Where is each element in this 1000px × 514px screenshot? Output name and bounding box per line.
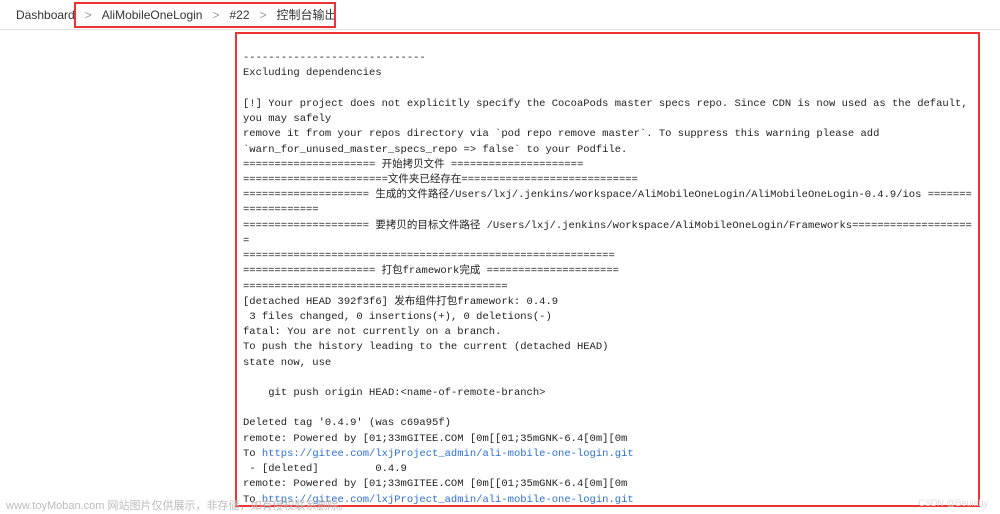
console-line: ===================== 开始拷贝文件 ===========… [243,159,583,171]
breadcrumb-project[interactable]: AliMobileOneLogin [98,8,207,22]
console-line: `warn_for_unused_master_specs_repo => fa… [243,144,627,156]
console-output: ----------------------------- Excluding … [243,36,972,507]
chevron-right-icon: > [254,8,273,22]
console-line: remote: Powered by [01;33mGITEE.COM [0… [243,478,627,490]
console-line: =======================文件夹已经存在==========… [243,174,638,186]
breadcrumb-build[interactable]: #22 [225,8,253,22]
console-line: ========================================… [243,250,615,262]
console-line: - [deleted] 0.4.9 [243,463,407,475]
chevron-right-icon: > [79,8,98,22]
console-line: [!] Your project does not explicitly spe… [243,98,974,125]
console-line: ===================== 打包framework完成 ====… [243,265,619,277]
console-line: Deleted tag '0.4.9' (was c69a95f) [243,417,451,429]
console-line: To push the history leading to the curre… [243,341,608,353]
console-line: fatal: You are not currently on a branch… [243,326,501,338]
console-output-frame: ----------------------------- Excluding … [235,32,980,507]
console-line: remove it from your repos directory via … [243,128,879,140]
console-line: remote: Powered by [01;33mGITEE.COM [0… [243,433,627,445]
console-line: ========================================… [243,281,508,293]
console-line: ==================== 生成的文件路径/Users/lxj/.… [243,189,972,216]
console-line: git push origin HEAD:<name-of-remote-bra… [243,387,545,399]
console-to-prefix: To [243,448,262,460]
breadcrumb-console[interactable]: 控制台输出 [273,6,341,23]
console-line: ----------------------------- [243,52,426,64]
breadcrumb: Dashboard > AliMobileOneLogin > #22 > 控制… [0,0,1000,30]
footer-disclaimer: www.toyMoban.com 网站图片仅供展示，非存储，如有侵权联系删除。 [6,497,349,513]
console-line: ==================== 要拷贝的目标文件路径 /Users/l… [243,220,972,247]
console-line: 3 files changed, 0 insertions(+), 0 dele… [243,311,552,323]
console-line: [detached HEAD 392f3f6] 发布组件打包framework:… [243,296,558,308]
console-line: Excluding dependencies [243,67,382,79]
chevron-right-icon: > [206,8,225,22]
breadcrumb-dashboard[interactable]: Dashboard [12,8,79,22]
git-remote-link[interactable]: https://gitee.com/lxjProject_admin/ali-m… [262,448,634,460]
watermark: CSDN @Beulahy [918,498,988,508]
console-line: state now, use [243,357,331,369]
